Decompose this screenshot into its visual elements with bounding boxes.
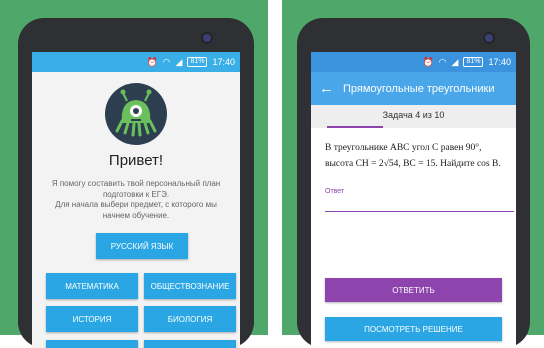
status-time: 17:40 — [212, 57, 235, 67]
intro-text-2: Для начала выбери предмет, с которого мы… — [55, 200, 217, 220]
wifi-icon: ◠ — [162, 56, 171, 67]
problem-line-2: высота CH = 2√54, BC = 15. Найдите cos B… — [325, 159, 501, 169]
alarm-icon: ⏰ — [146, 56, 158, 67]
phone-left: ⏰ ◠ ◢ 81% 17:40 Привет! Я помогу состави… — [18, 18, 254, 348]
task-progress-bar: Задача 4 из 10 — [311, 105, 516, 128]
topic-title: Прямоугольные треугольники — [343, 82, 495, 95]
answer-input[interactable] — [325, 195, 514, 212]
app-bar: ← Прямоугольные треугольники — [311, 72, 516, 105]
battery-icon: 81% — [463, 57, 484, 67]
camera-icon — [485, 34, 493, 42]
welcome-screen: ⏰ ◠ ◢ 81% 17:40 Привет! Я помогу состави… — [32, 52, 240, 348]
greeting-title: Привет! — [108, 152, 164, 169]
signal-icon: ◢ — [451, 56, 459, 67]
subject-social-button[interactable]: Обществознание — [144, 273, 236, 299]
back-arrow-icon[interactable]: ← — [319, 80, 337, 97]
answer-label: Ответ — [325, 188, 345, 195]
subject-russian-button[interactable]: Русский язык — [96, 233, 188, 259]
intro-text-1: Я помогу составить твой персональный пла… — [51, 179, 221, 199]
robot-icon — [115, 89, 157, 137]
status-time: 17:40 — [488, 57, 511, 67]
alarm-icon: ⏰ — [422, 56, 434, 67]
status-bar: ⏰ ◠ ◢ 81% 17:40 — [311, 52, 516, 72]
task-counter: Задача 4 из 10 — [382, 110, 445, 120]
task-screen: ⏰ ◠ ◢ 81% 17:40 ← Прямоугольные треуголь… — [311, 52, 516, 348]
signal-icon: ◢ — [175, 56, 183, 67]
subject-biology-button[interactable]: Биология — [144, 306, 236, 332]
task-progress-indicator — [327, 126, 383, 128]
problem-statement: В треугольнике ABC угол C равен 90°, выс… — [325, 140, 502, 172]
phone-right: ⏰ ◠ ◢ 81% 17:40 ← Прямоугольные треуголь… — [297, 18, 530, 348]
submit-answer-button[interactable]: Ответить — [325, 278, 502, 302]
status-bar: ⏰ ◠ ◢ 81% 17:40 — [32, 52, 240, 72]
camera-icon — [203, 34, 211, 42]
wifi-icon: ◠ — [438, 56, 447, 67]
robot-avatar — [105, 83, 167, 145]
subject-history-button[interactable]: История — [46, 306, 138, 332]
problem-line-1: В треугольнике ABC угол C равен 90°, — [325, 143, 482, 153]
subject-button-partial[interactable] — [46, 340, 138, 348]
view-solution-button[interactable]: Посмотреть решение — [325, 317, 502, 341]
subject-button-partial[interactable] — [144, 340, 236, 348]
subject-math-button[interactable]: Математика — [46, 273, 138, 299]
intro-text: Я помогу составить твой персональный пла… — [42, 179, 230, 221]
battery-icon: 81% — [187, 57, 208, 67]
